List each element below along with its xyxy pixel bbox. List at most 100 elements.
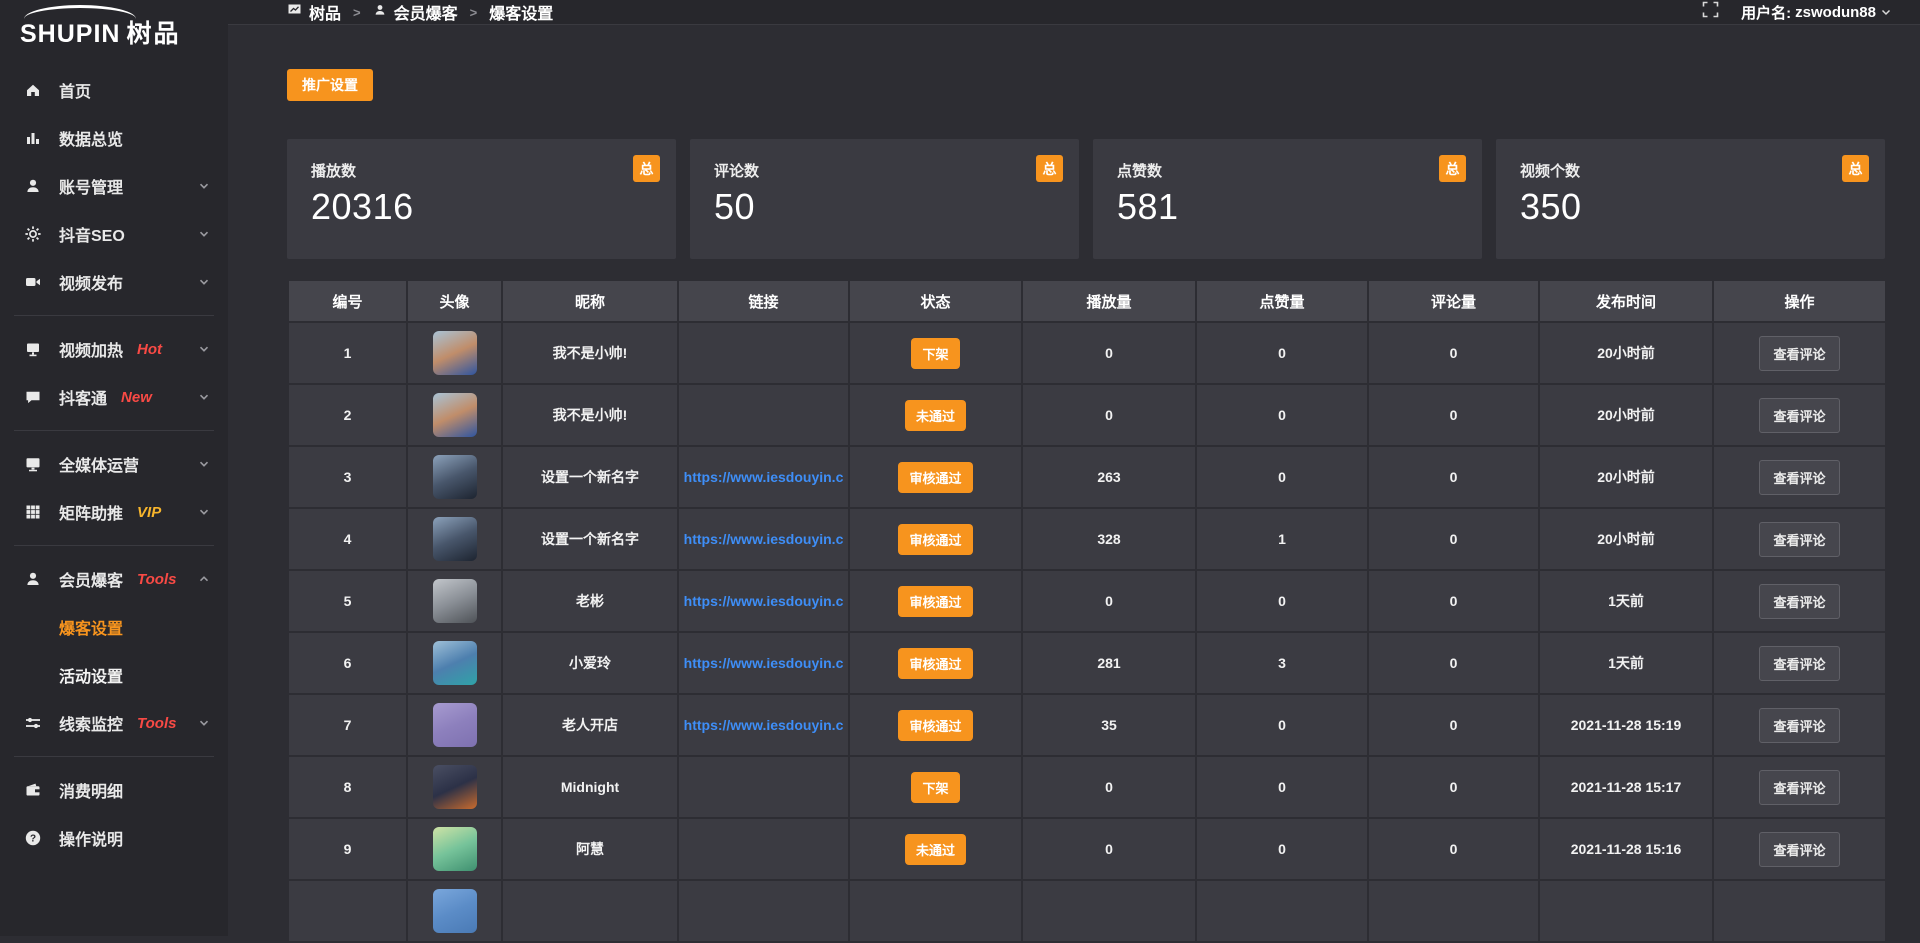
sidebar-item-label: 抖客通 xyxy=(59,385,107,409)
sidebar-subitem-baoke-settings[interactable]: 爆客设置 xyxy=(0,603,228,651)
sidebar-subitem-activity-settings[interactable]: 活动设置 xyxy=(0,651,228,699)
table-row: 9阿慧未通过0002021-11-28 15:16查看评论 xyxy=(288,818,1886,880)
cell-likes: 0 xyxy=(1196,446,1368,508)
sidebar-divider xyxy=(14,430,214,431)
cell-plays: 0 xyxy=(1022,818,1196,880)
chevron-down-icon xyxy=(198,506,210,518)
avatar xyxy=(433,827,477,871)
cell-publish-time: 1天前 xyxy=(1539,632,1713,694)
view-comments-button[interactable]: 查看评论 xyxy=(1759,522,1839,557)
column-header-plays: 播放量 xyxy=(1022,280,1196,322)
sidebar-item-account-management[interactable]: 账号管理 xyxy=(0,162,228,210)
video-link[interactable]: https://www.iesdouyin.c xyxy=(683,717,844,733)
sidebar-item-instructions[interactable]: ? 操作说明 xyxy=(0,814,228,862)
grid-icon xyxy=(24,503,44,521)
sidebar-item-video-publish[interactable]: 视频发布 xyxy=(0,258,228,306)
sidebar: SHUPIN树品 首页 数据总览 账号管理 抖音SEO xyxy=(0,0,228,936)
cell-index: 5 xyxy=(288,570,407,632)
table-row: 3设置一个新名字https://www.iesdouyin.c审核通过26300… xyxy=(288,446,1886,508)
cell-index: 1 xyxy=(288,322,407,384)
cell-status: 审核通过 xyxy=(849,570,1022,632)
cell-status: 审核通过 xyxy=(849,694,1022,756)
cell-likes: 0 xyxy=(1196,570,1368,632)
avatar xyxy=(433,517,477,561)
breadcrumb-separator: > xyxy=(353,5,361,20)
video-link[interactable]: https://www.iesdouyin.c xyxy=(683,655,844,671)
video-link[interactable]: https://www.iesdouyin.c xyxy=(683,469,844,485)
cell-action: 查看评论 xyxy=(1713,384,1886,446)
cell-avatar xyxy=(407,818,502,880)
cell-action: 查看评论 xyxy=(1713,694,1886,756)
stat-card-plays: 播放数 20316 总 xyxy=(287,139,676,259)
cell-index: 2 xyxy=(288,384,407,446)
view-comments-button[interactable]: 查看评论 xyxy=(1759,398,1839,433)
cell-link xyxy=(678,880,849,942)
cell-nickname: 我不是小帅! xyxy=(502,322,678,384)
sidebar-item-video-heat[interactable]: 视频加热 Hot xyxy=(0,325,228,373)
cell-status: 下架 xyxy=(849,756,1022,818)
home-icon xyxy=(24,81,44,99)
status-badge: 未通过 xyxy=(905,400,966,431)
sidebar-item-label: 消费明细 xyxy=(59,778,123,802)
cell-plays: 263 xyxy=(1022,446,1196,508)
breadcrumb-item-member-baoke[interactable]: 会员爆客 xyxy=(373,0,458,24)
cell-plays: 281 xyxy=(1022,632,1196,694)
breadcrumb-item-shupin[interactable]: 树品 xyxy=(287,0,341,24)
view-comments-button[interactable]: 查看评论 xyxy=(1759,708,1839,743)
sidebar-item-member-baoke[interactable]: 会员爆客 Tools xyxy=(0,555,228,603)
cell-avatar xyxy=(407,694,502,756)
view-comments-button[interactable]: 查看评论 xyxy=(1759,646,1839,681)
cell-action: 查看评论 xyxy=(1713,756,1886,818)
sidebar-item-matrix-boost[interactable]: 矩阵助推 VIP xyxy=(0,488,228,536)
sidebar-item-lead-monitor[interactable]: 线索监控 Tools xyxy=(0,699,228,747)
sidebar-item-consumption-details[interactable]: 消费明细 xyxy=(0,766,228,814)
view-comments-button[interactable]: 查看评论 xyxy=(1759,336,1839,371)
stat-card-videos: 视频个数 350 总 xyxy=(1496,139,1885,259)
sidebar-item-home[interactable]: 首页 xyxy=(0,66,228,114)
cell-index: 7 xyxy=(288,694,407,756)
sidebar-item-label: 操作说明 xyxy=(59,826,123,850)
promotion-settings-button[interactable]: 推广设置 xyxy=(287,69,373,101)
cell-nickname: 阿慧 xyxy=(502,818,678,880)
cell-plays: 0 xyxy=(1022,570,1196,632)
chevron-down-icon xyxy=(198,343,210,355)
sidebar-item-douketong[interactable]: 抖客通 New xyxy=(0,373,228,421)
cell-likes xyxy=(1196,880,1368,942)
cell-plays: 328 xyxy=(1022,508,1196,570)
sidebar-item-data-overview[interactable]: 数据总览 xyxy=(0,114,228,162)
cell-action: 查看评论 xyxy=(1713,818,1886,880)
chevron-up-icon xyxy=(198,573,210,585)
sidebar-divider xyxy=(14,756,214,757)
cell-publish-time: 20小时前 xyxy=(1539,322,1713,384)
cell-link xyxy=(678,756,849,818)
video-link[interactable]: https://www.iesdouyin.c xyxy=(683,593,844,609)
fullscreen-icon[interactable] xyxy=(1702,1,1719,23)
stat-label: 点赞数 xyxy=(1117,160,1458,181)
sidebar-divider xyxy=(14,315,214,316)
cell-comments: 0 xyxy=(1368,632,1539,694)
sidebar-item-all-media[interactable]: 全媒体运营 xyxy=(0,440,228,488)
username-dropdown[interactable]: 用户名: zswodun88 xyxy=(1741,2,1892,23)
sidebar-item-label: 数据总览 xyxy=(59,126,123,150)
view-comments-button[interactable]: 查看评论 xyxy=(1759,770,1839,805)
cell-nickname: Midnight xyxy=(502,756,678,818)
cell-likes: 0 xyxy=(1196,322,1368,384)
svg-text:?: ? xyxy=(30,833,36,844)
brand-logo: SHUPIN树品 xyxy=(0,0,228,58)
stat-value: 20316 xyxy=(311,186,652,228)
column-header-avatar: 头像 xyxy=(407,280,502,322)
column-header-status: 状态 xyxy=(849,280,1022,322)
video-link[interactable]: https://www.iesdouyin.c xyxy=(683,531,844,547)
cell-nickname: 我不是小帅! xyxy=(502,384,678,446)
sidebar-item-douyin-seo[interactable]: 抖音SEO xyxy=(0,210,228,258)
view-comments-button[interactable]: 查看评论 xyxy=(1759,584,1839,619)
view-comments-button[interactable]: 查看评论 xyxy=(1759,460,1839,495)
total-badge: 总 xyxy=(1842,155,1869,182)
cell-likes: 0 xyxy=(1196,694,1368,756)
logo-text-en: SHUPIN xyxy=(20,20,120,48)
view-comments-button[interactable]: 查看评论 xyxy=(1759,832,1839,867)
cell-status: 审核通过 xyxy=(849,508,1022,570)
stat-label: 评论数 xyxy=(714,160,1055,181)
table-row: 1我不是小帅!下架00020小时前查看评论 xyxy=(288,322,1886,384)
cell-likes: 0 xyxy=(1196,384,1368,446)
